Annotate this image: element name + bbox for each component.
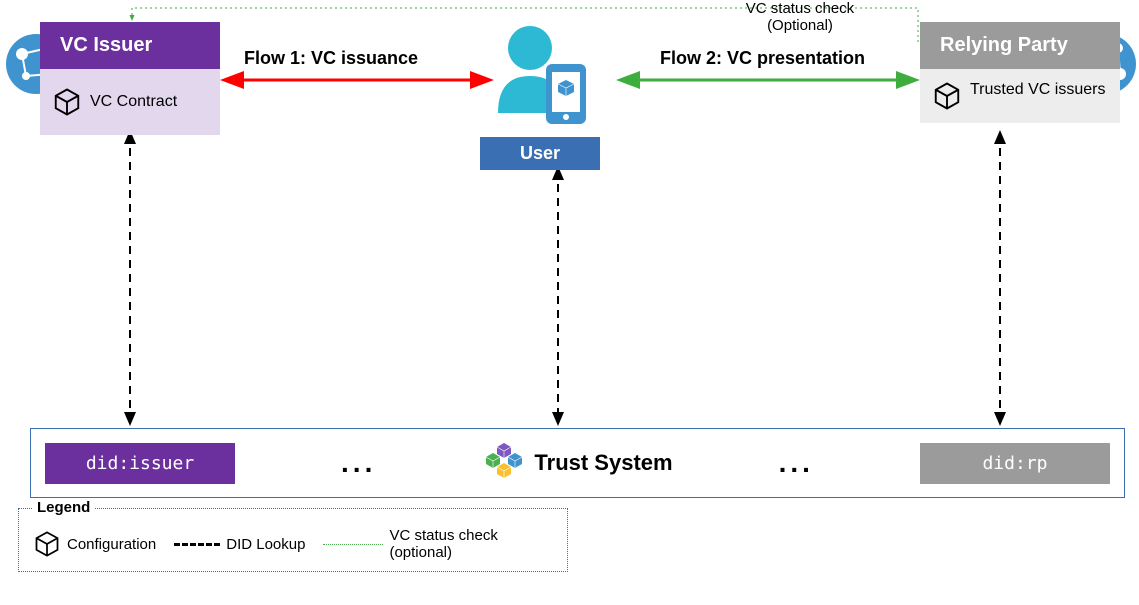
user-with-phone-icon	[480, 18, 600, 128]
flow2-label: Flow 2: VC presentation	[660, 48, 865, 69]
trust-system-bar: did:issuer ... Trust System ... did:rp	[30, 428, 1125, 498]
ellipsis: ...	[779, 447, 814, 479]
ellipsis: ...	[341, 447, 376, 479]
legend-config-item: Configuration	[33, 530, 156, 558]
legend-config-label: Configuration	[67, 536, 156, 553]
user-label: User	[480, 137, 600, 170]
legend-box: Legend Configuration DID Lookup VC statu…	[18, 508, 568, 572]
vc-contract-label: VC Contract	[90, 93, 177, 111]
legend-did-lookup-item: DID Lookup	[174, 536, 305, 553]
cube-icon	[52, 87, 82, 117]
vc-status-check-label: VC status check (Optional)	[720, 0, 880, 34]
cube-icon	[33, 530, 61, 558]
vc-issuer-title: VC Issuer	[40, 22, 220, 69]
legend-title: Legend	[33, 499, 94, 516]
diagram-canvas: VC Issuer VC Contract Relying Party Trus…	[0, 0, 1139, 605]
legend-did-lookup-label: DID Lookup	[226, 536, 305, 553]
relying-party-title: Relying Party	[920, 22, 1120, 69]
user-box: User	[480, 18, 600, 170]
dotted-line-icon	[323, 544, 383, 545]
legend-row: Configuration DID Lookup VC status check…	[33, 527, 553, 561]
did-issuer-box: did:issuer	[45, 443, 235, 484]
vc-issuer-body: VC Contract	[40, 69, 220, 135]
cubes-icon	[482, 441, 526, 485]
trust-system-text: Trust System	[534, 450, 672, 476]
relying-party-body: Trusted VC issuers	[920, 69, 1120, 123]
legend-vc-status-item: VC status check (optional)	[323, 527, 497, 561]
legend-vc-status-label: VC status check (optional)	[389, 527, 497, 561]
did-rp-box: did:rp	[920, 443, 1110, 484]
dash-line-icon	[174, 543, 220, 546]
cube-icon	[932, 81, 962, 111]
vc-issuer-box: VC Issuer VC Contract	[40, 22, 220, 135]
trusted-issuers-label: Trusted VC issuers	[970, 81, 1105, 99]
trust-system-label: Trust System	[482, 441, 672, 485]
relying-party-box: Relying Party Trusted VC issuers	[920, 22, 1120, 123]
flow1-label: Flow 1: VC issuance	[244, 48, 418, 69]
